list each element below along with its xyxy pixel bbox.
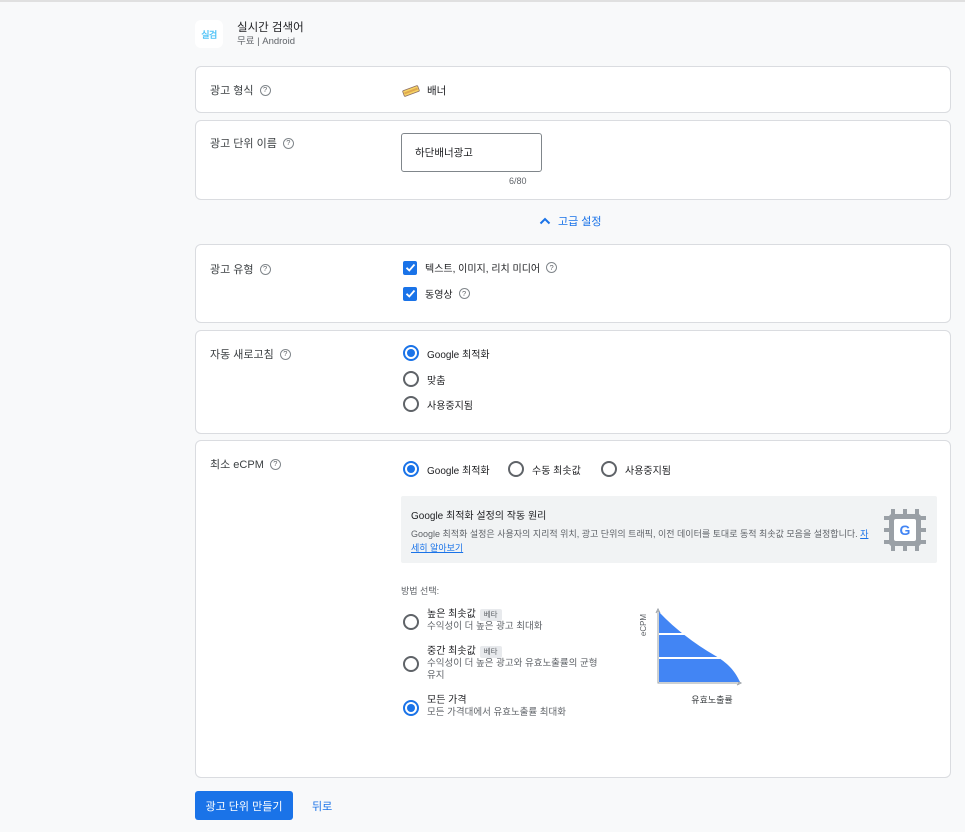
ad-unit-name-input[interactable]: 하단배너광고 [401,133,542,172]
info-title: Google 최적화 설정의 작동 원리 [411,511,547,522]
checkbox-checked[interactable] [403,260,417,275]
ad-unit-name-label-text: 광고 단위 이름 [210,138,277,150]
svg-text:G: G [900,522,911,538]
method-title-text: 높은 최솟값 [427,609,476,620]
ad-unit-name-label: 광고 단위 이름 ? [210,135,294,151]
advanced-settings-label: 고급 설정 [558,216,602,228]
min-ecpm-card: 최소 eCPM ? Google 최적화 수동 최솟값 사용중지됨 Google… [195,440,951,778]
radio-selected[interactable] [403,345,419,361]
method-title: 모든 가격 [427,695,627,707]
ecpm-option-label: Google 최적화 [427,465,490,477]
ad-format-value: 배너 [401,82,446,98]
method-text: 중간 최솟값 베타 수익성이 더 높은 광고와 유효노출률의 균형 유지 [427,646,607,682]
advanced-settings-toggle[interactable]: 고급 설정 [538,213,602,229]
auto-refresh-label: 자동 새로고침 ? [210,346,291,362]
app-name: 실시간 검색어 [237,21,304,34]
radio-unselected[interactable] [403,656,419,672]
help-icon[interactable]: ? [259,263,271,275]
app-header: 실검 실시간 검색어 무료 | Android [195,20,304,48]
ecpm-option-manual[interactable]: 수동 최솟값 [508,461,581,477]
help-icon[interactable]: ? [279,348,291,360]
app-meta: 실시간 검색어 무료 | Android [237,21,304,48]
diagram-area [659,612,740,682]
app-icon: 실검 [195,20,223,48]
diagram-ylabel: eCPM [639,614,648,637]
ecpm-option-label: 수동 최솟값 [532,465,581,477]
info-box: Google 최적화 설정의 작동 원리 Google 최적화 설정은 사용자의… [401,496,937,563]
min-ecpm-label-text: 최소 eCPM [210,459,264,471]
radio-unselected[interactable] [403,614,419,630]
ad-unit-name-card: 광고 단위 이름 ? 하단배너광고 6/80 [195,120,951,200]
ecpm-option-google[interactable]: Google 최적화 [403,461,490,477]
ad-type-label-text: 광고 유형 [210,264,254,276]
radio-selected[interactable] [403,461,419,477]
ad-format-label: 광고 형식 ? [210,82,271,98]
help-icon[interactable]: ? [458,288,470,299]
ad-format-value-text: 배너 [427,84,447,97]
chevron-up-icon [539,217,551,225]
ad-type-option-rich[interactable]: 텍스트, 이미지, 리치 미디어 ? [403,260,558,275]
info-body: Google 최적화 설정은 사용자의 지리적 위치, 광고 단위의 트래픽, … [411,527,871,555]
refresh-option-label: 맞춤 [427,375,446,387]
method-title-text: 중간 최솟값 [427,646,476,657]
ecpm-diagram: eCPM 유효노출률 [639,607,743,705]
refresh-option-label: Google 최적화 [427,349,490,361]
help-icon[interactable]: ? [269,458,281,470]
radio-selected[interactable] [403,700,419,716]
method-desc: 수익성이 더 높은 광고 최대화 [427,621,543,632]
auto-refresh-card: 자동 새로고침 ? Google 최적화 맞춤 사용중지됨 [195,330,951,434]
radio-unselected[interactable] [508,461,524,477]
help-icon[interactable]: ? [546,262,558,273]
min-ecpm-label: 최소 eCPM ? [210,456,281,472]
method-text: 높은 최솟값 베타 수익성이 더 높은 광고 최대화 [427,609,627,633]
app-subtitle: 무료 | Android [237,35,295,47]
check-icon [405,263,415,272]
diagram-xlabel: 유효노출률 [691,695,732,705]
char-counter: 6/80 [509,176,527,186]
method-title: 중간 최솟값 베타 [427,646,607,658]
method-desc: 수익성이 더 높은 광고와 유효노출률의 균형 유지 [427,658,598,681]
back-button[interactable]: 뒤로 [312,798,332,814]
refresh-option-disabled[interactable]: 사용중지됨 [403,396,473,412]
ad-format-card: 광고 형식 ? 배너 [195,66,951,113]
refresh-option-label: 사용중지됨 [427,400,473,412]
method-desc: 모든 가격대에서 유효노출률 최대화 [427,707,567,718]
banner-icon [402,85,420,97]
method-title: 높은 최솟값 베타 [427,609,627,621]
ad-type-option-label: 텍스트, 이미지, 리치 미디어 [425,264,541,275]
radio-unselected[interactable] [403,396,419,412]
help-icon[interactable]: ? [282,137,294,149]
ad-type-label: 광고 유형 ? [210,261,271,277]
auto-refresh-label-text: 자동 새로고침 [210,349,274,361]
radio-unselected[interactable] [601,461,617,477]
beta-badge: 베타 [479,609,502,621]
info-body-text: Google 최적화 설정은 사용자의 지리적 위치, 광고 단위의 트래픽, … [411,529,858,539]
ad-type-card: 광고 유형 ? 텍스트, 이미지, 리치 미디어 ? 동영상 ? [195,244,951,323]
ad-type-option-label: 동영상 [425,290,453,301]
method-caption: 방법 선택: [401,586,440,596]
ad-type-option-video[interactable]: 동영상 ? [403,286,470,301]
check-icon [405,289,415,298]
top-divider [0,0,965,2]
method-title-text: 모든 가격 [427,695,467,706]
google-chip-icon: G [884,509,926,551]
beta-badge: 베타 [479,646,502,658]
checkbox-checked[interactable] [403,286,417,301]
ad-format-label-text: 광고 형식 [210,85,254,97]
radio-unselected[interactable] [403,371,419,387]
ecpm-option-disabled[interactable]: 사용중지됨 [601,461,671,477]
refresh-option-google[interactable]: Google 최적화 [403,345,490,361]
ecpm-option-label: 사용중지됨 [625,465,671,477]
create-ad-unit-button[interactable]: 광고 단위 만들기 [195,791,293,820]
help-icon[interactable]: ? [259,84,271,96]
refresh-option-custom[interactable]: 맞춤 [403,371,445,387]
method-text: 모든 가격 모든 가격대에서 유효노출률 최대화 [427,695,627,719]
